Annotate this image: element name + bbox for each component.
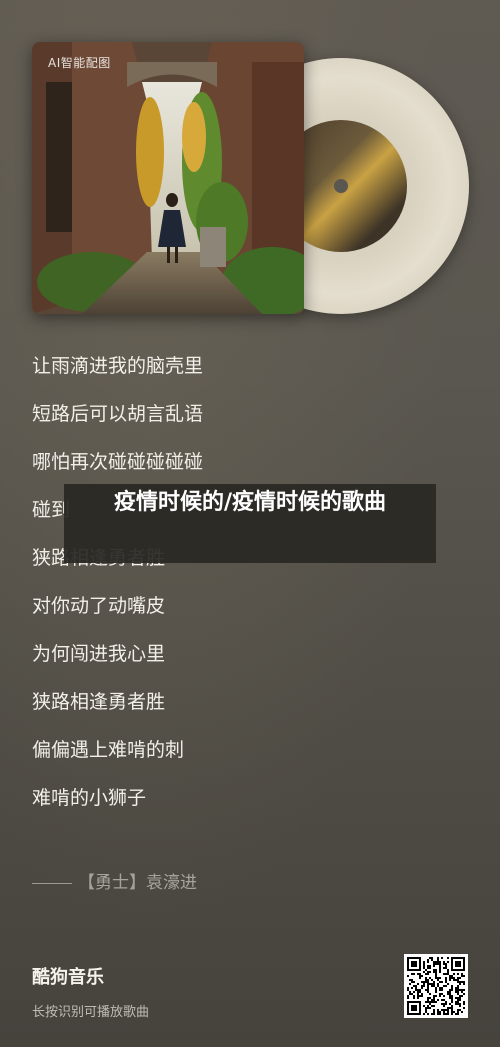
album-cover: AI智能配图 — [32, 42, 304, 314]
qr-code-pattern — [407, 957, 465, 1015]
lyric-line: 哪怕再次碰碰碰碰碰 — [32, 451, 204, 473]
lyric-line: 短路后可以胡言乱语 — [32, 403, 204, 425]
lyric-line: 让雨滴进我的脑壳里 — [32, 355, 204, 377]
album-cover-art — [32, 42, 304, 314]
lyric-line: 对你动了动嘴皮 — [32, 595, 166, 617]
qr-code-icon[interactable] — [404, 954, 468, 1018]
song-credit: 【勇士】袁濠进 — [32, 868, 197, 893]
lyric-line: 狭路相逢勇者胜 — [32, 691, 166, 713]
brand-subtitle: 长按识别可播放歌曲 — [32, 1005, 150, 1020]
lyric-line: 难啃的小狮子 — [32, 787, 147, 809]
credit-text: 【勇士】袁濠进 — [78, 873, 197, 893]
brand-name: 酷狗音乐 — [32, 967, 104, 988]
lyric-line: 为何闯进我心里 — [32, 643, 166, 665]
vinyl-spindle-hole — [334, 179, 348, 193]
credit-dash — [32, 882, 72, 884]
lyrics-block: 让雨滴进我的脑壳里 短路后可以胡言乱语 哪怕再次碰碰碰碰碰 碰到 狭路相逢勇者胜… — [32, 342, 203, 822]
ai-watermark: AI智能配图 — [48, 56, 111, 70]
lyric-line: 偏偏遇上难啃的刺 — [32, 739, 185, 761]
page-title-overlay: 疫情时候的/疫情时候的歌曲 — [64, 484, 436, 563]
